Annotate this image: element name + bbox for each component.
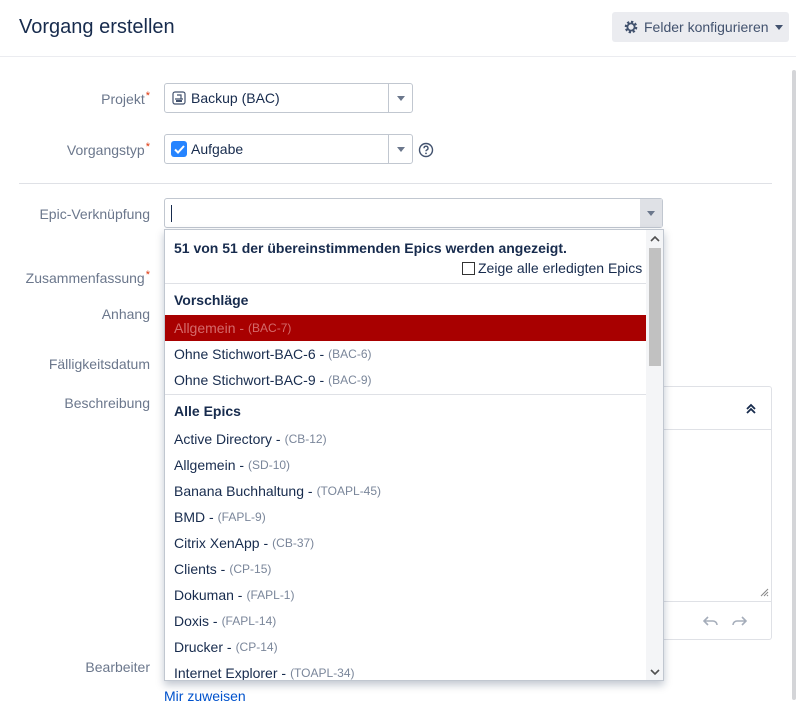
epic-option-name: Ohne Stichwort-BAC-6 - [174,346,325,362]
all-epics-header: Alle Epics [174,403,241,419]
resize-handle-icon[interactable] [759,587,769,597]
dialog-title: Vorgang erstellen [19,16,175,38]
project-value: Backup (BAC) [191,90,280,106]
chevron-down-icon [647,210,655,216]
epic-link-input[interactable] [164,198,663,228]
epic-option-key: (FAPL-14) [221,614,277,628]
epic-option[interactable]: Citrix XenApp - (CB-37) [165,530,646,556]
epic-option[interactable]: Active Directory - (CB-12) [165,426,646,452]
undo-icon[interactable] [703,615,719,627]
help-icon[interactable] [418,142,434,158]
show-done-label: Zeige alle erledigten Epics [478,260,643,276]
epic-option-key: (BAC-9) [328,373,372,387]
epic-option-name: Drucker - [174,639,232,655]
scroll-up-icon[interactable] [649,234,661,244]
project-label: Projekt* [0,90,150,107]
epic-match-count: 51 von 51 der übereinstimmenden Epics we… [174,240,567,256]
dropdown-separator [165,394,646,395]
project-select[interactable]: Backup (BAC) [164,83,413,113]
issue-type-value: Aufgabe [191,141,244,157]
epic-option-name: Clients - [174,561,226,577]
suggestions-header: Vorschläge [174,292,249,308]
epic-option[interactable]: Internet Explorer - (TOAPL-34) [165,660,646,681]
epic-option[interactable]: Allgemein - (BAC-7) [165,315,646,341]
epic-option-key: (CP-14) [235,640,278,654]
scroll-down-icon[interactable] [649,667,661,677]
epic-option-key: (SD-10) [248,458,291,472]
epic-option-key: (FAPL-1) [246,588,295,602]
epic-option-name: Ohne Stichwort-BAC-9 - [174,372,325,388]
configure-fields-button[interactable]: Felder konfigurieren [612,12,789,42]
required-marker: * [145,141,150,153]
dropdown-scrollbar-thumb[interactable] [649,248,661,366]
chevron-down-icon [396,95,405,101]
project-avatar-icon [172,91,186,105]
issue-type-label: Vorgangstyp* [0,141,150,158]
epic-option-key: (TOAPL-45) [316,484,382,498]
epic-option-name: BMD - [174,509,214,525]
epic-dropdown: 51 von 51 der übereinstimmenden Epics we… [164,229,664,681]
epic-option-name: Internet Explorer - [174,665,287,681]
epic-link-dropdown-arrow[interactable] [640,199,662,227]
issue-type-select[interactable]: Aufgabe [164,134,413,164]
chevron-down-icon [396,146,405,152]
form-divider [19,183,772,184]
redo-icon[interactable] [731,615,747,627]
epic-option-name: Banana Buchhaltung - [174,483,313,499]
epic-option-name: Citrix XenApp - [174,535,269,551]
epic-option-key: (TOAPL-34) [290,666,355,680]
epic-option[interactable]: Doxis - (FAPL-14) [165,608,646,634]
epic-option-name: Doxis - [174,613,218,629]
epic-option[interactable]: Allgemein - (SD-10) [165,452,646,478]
show-done-epics-toggle[interactable]: Zeige alle erledigten Epics [462,260,642,276]
epic-option[interactable]: Drucker - (CP-14) [165,634,646,660]
dialog-scrollbar-thumb[interactable] [792,70,796,700]
epic-option-name: Active Directory - [174,431,281,447]
epic-option-key: (CP-15) [229,562,272,576]
epic-link-label: Epic-Verknüpfung [39,206,150,222]
gear-icon [624,20,638,34]
dialog-header: Vorgang erstellen Felder konfigurieren [0,0,796,57]
chevron-down-icon [774,24,783,30]
required-marker: * [145,90,150,102]
project-label-text: Projekt [101,91,145,107]
epic-option-name: Allgemein - [174,457,245,473]
epic-option-key: (CB-12) [284,432,327,446]
epic-option-name: Dokuman - [174,587,243,603]
text-cursor [171,205,172,222]
assign-to-me-link[interactable]: Mir zuweisen [164,688,246,702]
dropdown-separator [165,283,646,284]
description-label: Beschreibung [64,395,150,411]
issue-type-dropdown-arrow[interactable] [388,135,412,163]
epic-option[interactable]: Ohne Stichwort-BAC-9 - (BAC-9) [165,367,646,393]
assignee-label: Bearbeiter [85,659,150,675]
summary-label-text: Zusammenfassung [25,270,145,286]
show-done-checkbox[interactable] [462,261,475,275]
configure-fields-label: Felder konfigurieren [644,19,769,35]
required-marker: * [145,269,150,281]
epic-option-key: (BAC-6) [328,347,372,361]
attachment-label: Anhang [101,306,150,322]
epic-option[interactable]: Dokuman - (FAPL-1) [165,582,646,608]
epic-option-key: (FAPL-9) [217,510,266,524]
epic-option-key: (CB-37) [272,536,315,550]
issue-type-label-text: Vorgangstyp [66,142,145,158]
epic-option[interactable]: Ohne Stichwort-BAC-6 - (BAC-6) [165,341,646,367]
due-date-label: Fälligkeitsdatum [48,356,150,372]
epic-option-name: Allgemein - [174,320,245,336]
collapse-toolbar-icon[interactable] [745,403,757,415]
summary-label: Zusammenfassung* [0,269,150,286]
epic-option[interactable]: Clients - (CP-15) [165,556,646,582]
project-dropdown-arrow[interactable] [388,84,412,112]
epic-option-key: (BAC-7) [248,321,292,335]
task-checkbox-icon [171,141,187,157]
epic-option[interactable]: Banana Buchhaltung - (TOAPL-45) [165,478,646,504]
epic-option[interactable]: BMD - (FAPL-9) [165,504,646,530]
